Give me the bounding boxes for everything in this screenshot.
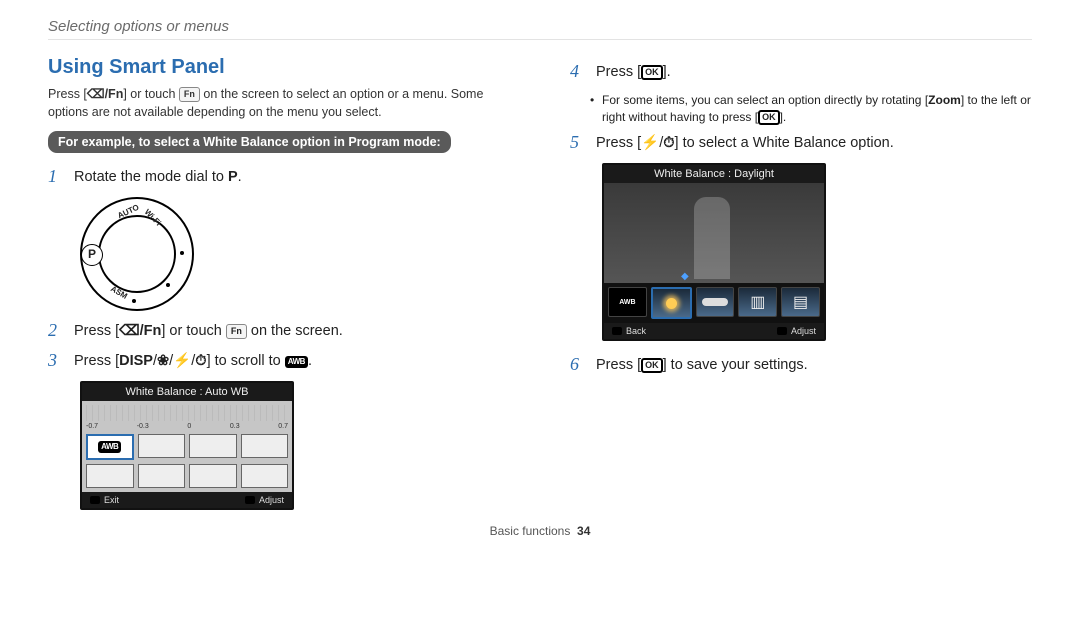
step-3-number: 3 — [48, 351, 62, 373]
step-6: 6 Press [OK] to save your settings. — [570, 355, 1032, 377]
timer-icon: ⏱ — [195, 353, 206, 369]
wb-tile-fluorescent-h: ▥ — [738, 287, 777, 317]
step-4-sub-c: ]. — [780, 110, 787, 124]
step-5-a: Press [ — [596, 135, 641, 151]
step-4-a: Press [ — [596, 64, 641, 80]
panel-cell-focus: [▪] — [189, 434, 237, 458]
panel-adjust: Adjust — [245, 495, 284, 505]
step-4-b: ]. — [663, 64, 671, 80]
wb-options-row: AWB ▥ ▤ — [604, 283, 824, 323]
wb-tile-cloudy — [696, 287, 735, 317]
smart-panel-title: White Balance : Auto WB — [82, 383, 292, 401]
step-3-c: . — [308, 353, 312, 369]
page-footer: Basic functions 34 — [48, 524, 1032, 538]
ok-glyph-2: OK — [758, 110, 780, 125]
intro-text: Press [⌫/Fn] or touch Fn on the screen t… — [48, 85, 510, 121]
panel-cell-8: ▤ — [241, 464, 289, 488]
ok-glyph-1: OK — [641, 65, 663, 80]
step-1-a: Rotate the mode dial to — [74, 169, 228, 185]
mode-p-letter: P — [228, 169, 238, 185]
panel-cell-drive: ▣ — [241, 434, 289, 458]
step-6-a: Press [ — [596, 357, 641, 373]
wb-back: Back — [612, 326, 646, 336]
wb-tile-daylight — [651, 287, 692, 319]
step-2-b: ] or touch — [161, 323, 225, 339]
intro-frag-b: ] or touch — [123, 87, 179, 101]
example-callout: For example, to select a White Balance o… — [48, 131, 451, 153]
footer-section: Basic functions — [490, 524, 571, 538]
wb-option-title: White Balance : Daylight — [604, 165, 824, 183]
exposure-scale-labels: -0.7 -0.3 0 0.3 0.7 — [86, 423, 288, 430]
wb-option-screen: White Balance : Daylight ◆ AWB ▥ ▤ Back … — [602, 163, 826, 341]
macro-icon: ❀ — [157, 353, 169, 369]
step-5-number: 5 — [570, 133, 584, 155]
exposure-scale — [86, 405, 288, 421]
fn-key-chip-2: Fn — [226, 324, 247, 339]
step-3-a: Press [ — [74, 353, 119, 369]
section-title: Using Smart Panel — [48, 56, 510, 79]
panel-cell-iso: ▦ — [138, 434, 186, 458]
step-3-b: ] to scroll to — [207, 353, 285, 369]
step-2-a: Press [ — [74, 323, 119, 339]
step-4: 4 Press [OK]. — [570, 62, 1032, 84]
disp-label: DISP — [119, 353, 153, 369]
panel-cell-6: ◎ — [138, 464, 186, 488]
step-4-note: For some items, you can select an option… — [602, 92, 1032, 126]
right-column: 4 Press [OK]. For some items, you can se… — [570, 56, 1032, 514]
ok-glyph-3: OK — [641, 358, 663, 373]
footer-page-number: 34 — [577, 524, 590, 538]
step-4-number: 4 — [570, 62, 584, 84]
step-3: 3 Press [DISP/❀/⚡/⏱] to scroll to AWB. — [48, 351, 510, 373]
trash-fn-glyph-2: ⌫/Fn — [119, 323, 161, 339]
dial-p-position: P — [81, 244, 103, 266]
breadcrumb: Selecting options or menus — [48, 18, 1032, 40]
step-2-c: on the screen. — [247, 323, 343, 339]
selection-pointer-icon: ◆ — [681, 271, 689, 282]
smart-panel-grid: AWB ▦ [▪] ▣ ◧ ◎ ◇ ▤ — [86, 434, 288, 488]
step-4-sub-a: For some items, you can select an option… — [602, 93, 928, 107]
step-1-number: 1 — [48, 167, 62, 189]
smart-panel-screen: White Balance : Auto WB -0.7 -0.3 0 0.3 … — [80, 381, 294, 510]
trash-fn-glyph: ⌫/Fn — [87, 87, 123, 101]
panel-cell-5: ◧ — [86, 464, 134, 488]
timer-icon-2: ⏱ — [663, 135, 674, 151]
panel-exit: Exit — [90, 495, 119, 505]
panel-cell-awb: AWB — [86, 434, 134, 460]
step-1-c: . — [238, 169, 242, 185]
wb-tile-auto: AWB — [608, 287, 647, 317]
step-6-b: ] to save your settings. — [663, 357, 808, 373]
step-6-number: 6 — [570, 355, 584, 377]
fn-key-chip: Fn — [179, 87, 200, 102]
wb-adjust: Adjust — [777, 326, 816, 336]
intro-frag-a: Press [ — [48, 87, 87, 101]
awb-glyph: AWB — [285, 356, 308, 368]
wb-tile-fluorescent-l: ▤ — [781, 287, 820, 317]
step-1: 1 Rotate the mode dial to P. — [48, 167, 510, 189]
step-2-number: 2 — [48, 321, 62, 343]
flash-icon-2: ⚡ — [641, 135, 659, 151]
panel-cell-7: ◇ — [189, 464, 237, 488]
left-column: Using Smart Panel Press [⌫/Fn] or touch … — [48, 56, 510, 514]
wb-preview-scene: ◆ — [604, 183, 824, 283]
step-2: 2 Press [⌫/Fn] or touch Fn on the screen… — [48, 321, 510, 343]
step-5: 5 Press [⚡/⏱] to select a White Balance … — [570, 133, 1032, 155]
mode-dial-figure: P AUTO Wi-Fi ASM — [80, 197, 510, 311]
step-5-b: ] to select a White Balance option. — [675, 135, 894, 151]
zoom-label: Zoom — [928, 93, 961, 107]
flash-icon: ⚡ — [173, 353, 191, 369]
